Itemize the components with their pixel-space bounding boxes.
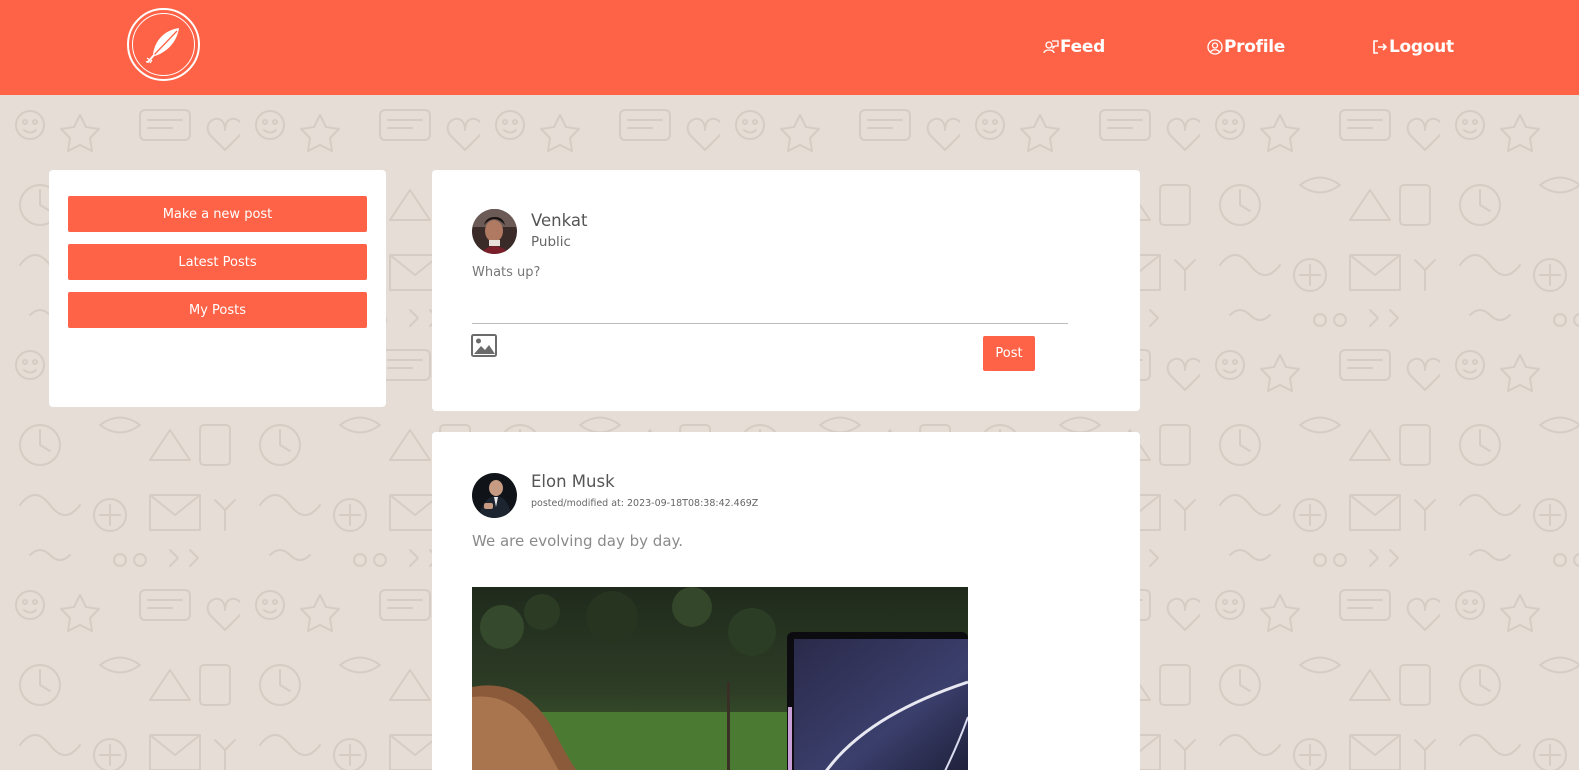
my-posts-button[interactable]: My Posts (68, 292, 367, 328)
visibility-label[interactable]: Public (531, 234, 571, 250)
nav-feed-label: Feed (1060, 37, 1105, 57)
nav-logout-label: Logout (1389, 37, 1454, 57)
avatar[interactable] (472, 473, 517, 518)
post-timestamp: posted/modified at: 2023-09-18T08:38:42.… (531, 498, 759, 509)
app-logo[interactable] (127, 8, 200, 81)
post-image[interactable] (472, 587, 968, 770)
composer-divider (472, 323, 1068, 324)
post-composer: Venkat Public Whats up? Post (432, 170, 1140, 411)
nav-feed[interactable]: Feed (1043, 34, 1105, 60)
feather-icon (132, 13, 195, 76)
post-author-name[interactable]: Elon Musk (531, 472, 615, 491)
feed-post: Elon Musk posted/modified at: 2023-09-18… (432, 432, 1140, 770)
profile-icon (1207, 39, 1223, 55)
nav-profile[interactable]: Profile (1207, 34, 1285, 60)
composer-user-name: Venkat (531, 211, 588, 230)
image-icon[interactable] (471, 334, 497, 361)
top-navbar: Feed Profile Logout (0, 0, 1579, 95)
logout-icon (1372, 39, 1388, 55)
make-new-post-button[interactable]: Make a new post (68, 196, 367, 232)
nav-logout[interactable]: Logout (1372, 34, 1454, 60)
post-button[interactable]: Post (983, 336, 1035, 371)
post-text-input[interactable]: Whats up? (472, 265, 540, 280)
post-text: We are evolving day by day. (472, 532, 684, 550)
nav-profile-label: Profile (1224, 37, 1286, 57)
sidebar-menu: Make a new post Latest Posts My Posts (49, 170, 386, 407)
feed-icon (1043, 39, 1059, 55)
avatar[interactable] (472, 209, 517, 254)
latest-posts-button[interactable]: Latest Posts (68, 244, 367, 280)
